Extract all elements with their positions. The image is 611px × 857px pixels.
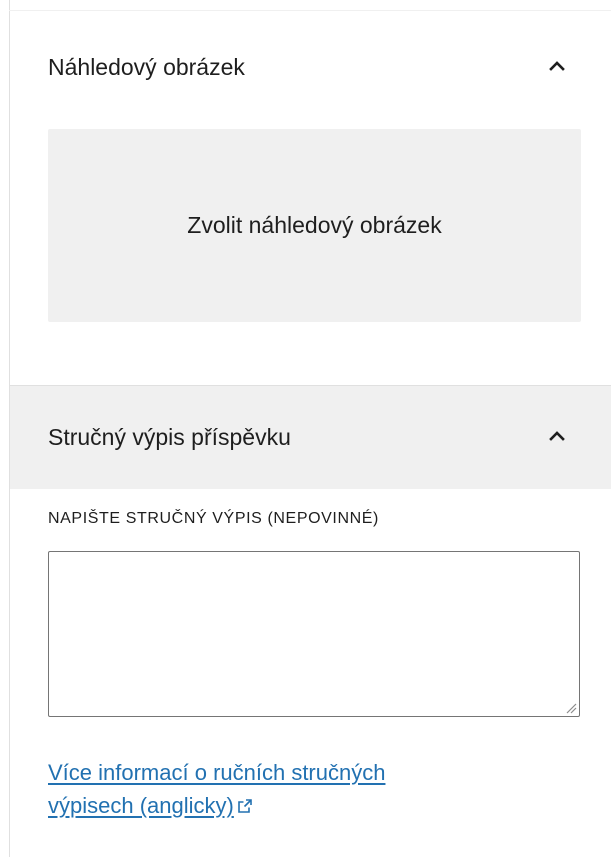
chevron-up-icon[interactable] xyxy=(541,50,573,82)
sidebar-top-border xyxy=(9,10,611,11)
excerpt-panel-toggle[interactable]: Stručný výpis příspěvku xyxy=(10,386,611,489)
excerpt-field-label: NAPIŠTE STRUČNÝ VÝPIS (NEPOVINNÉ) xyxy=(48,510,379,527)
chevron-up-icon[interactable] xyxy=(541,420,573,452)
excerpt-help-link[interactable]: Více informací o ručních stručných výpis… xyxy=(48,756,548,822)
help-link-line1: Více informací o ručních stručných xyxy=(48,760,386,785)
editor-sidebar: Náhledový obrázek Zvolit náhledový obráz… xyxy=(0,0,611,857)
excerpt-panel-title: Stručný výpis příspěvku xyxy=(48,424,291,450)
excerpt-textarea[interactable] xyxy=(48,551,580,717)
help-link-line2: výpisech (anglicky) xyxy=(48,793,234,818)
featured-image-panel-toggle[interactable]: Náhledový obrázek xyxy=(10,30,611,110)
resize-grip-icon[interactable] xyxy=(565,702,577,714)
set-featured-image-button[interactable]: Zvolit náhledový obrázek xyxy=(48,129,581,322)
external-link-icon xyxy=(238,799,252,813)
featured-image-panel-title: Náhledový obrázek xyxy=(48,54,245,80)
